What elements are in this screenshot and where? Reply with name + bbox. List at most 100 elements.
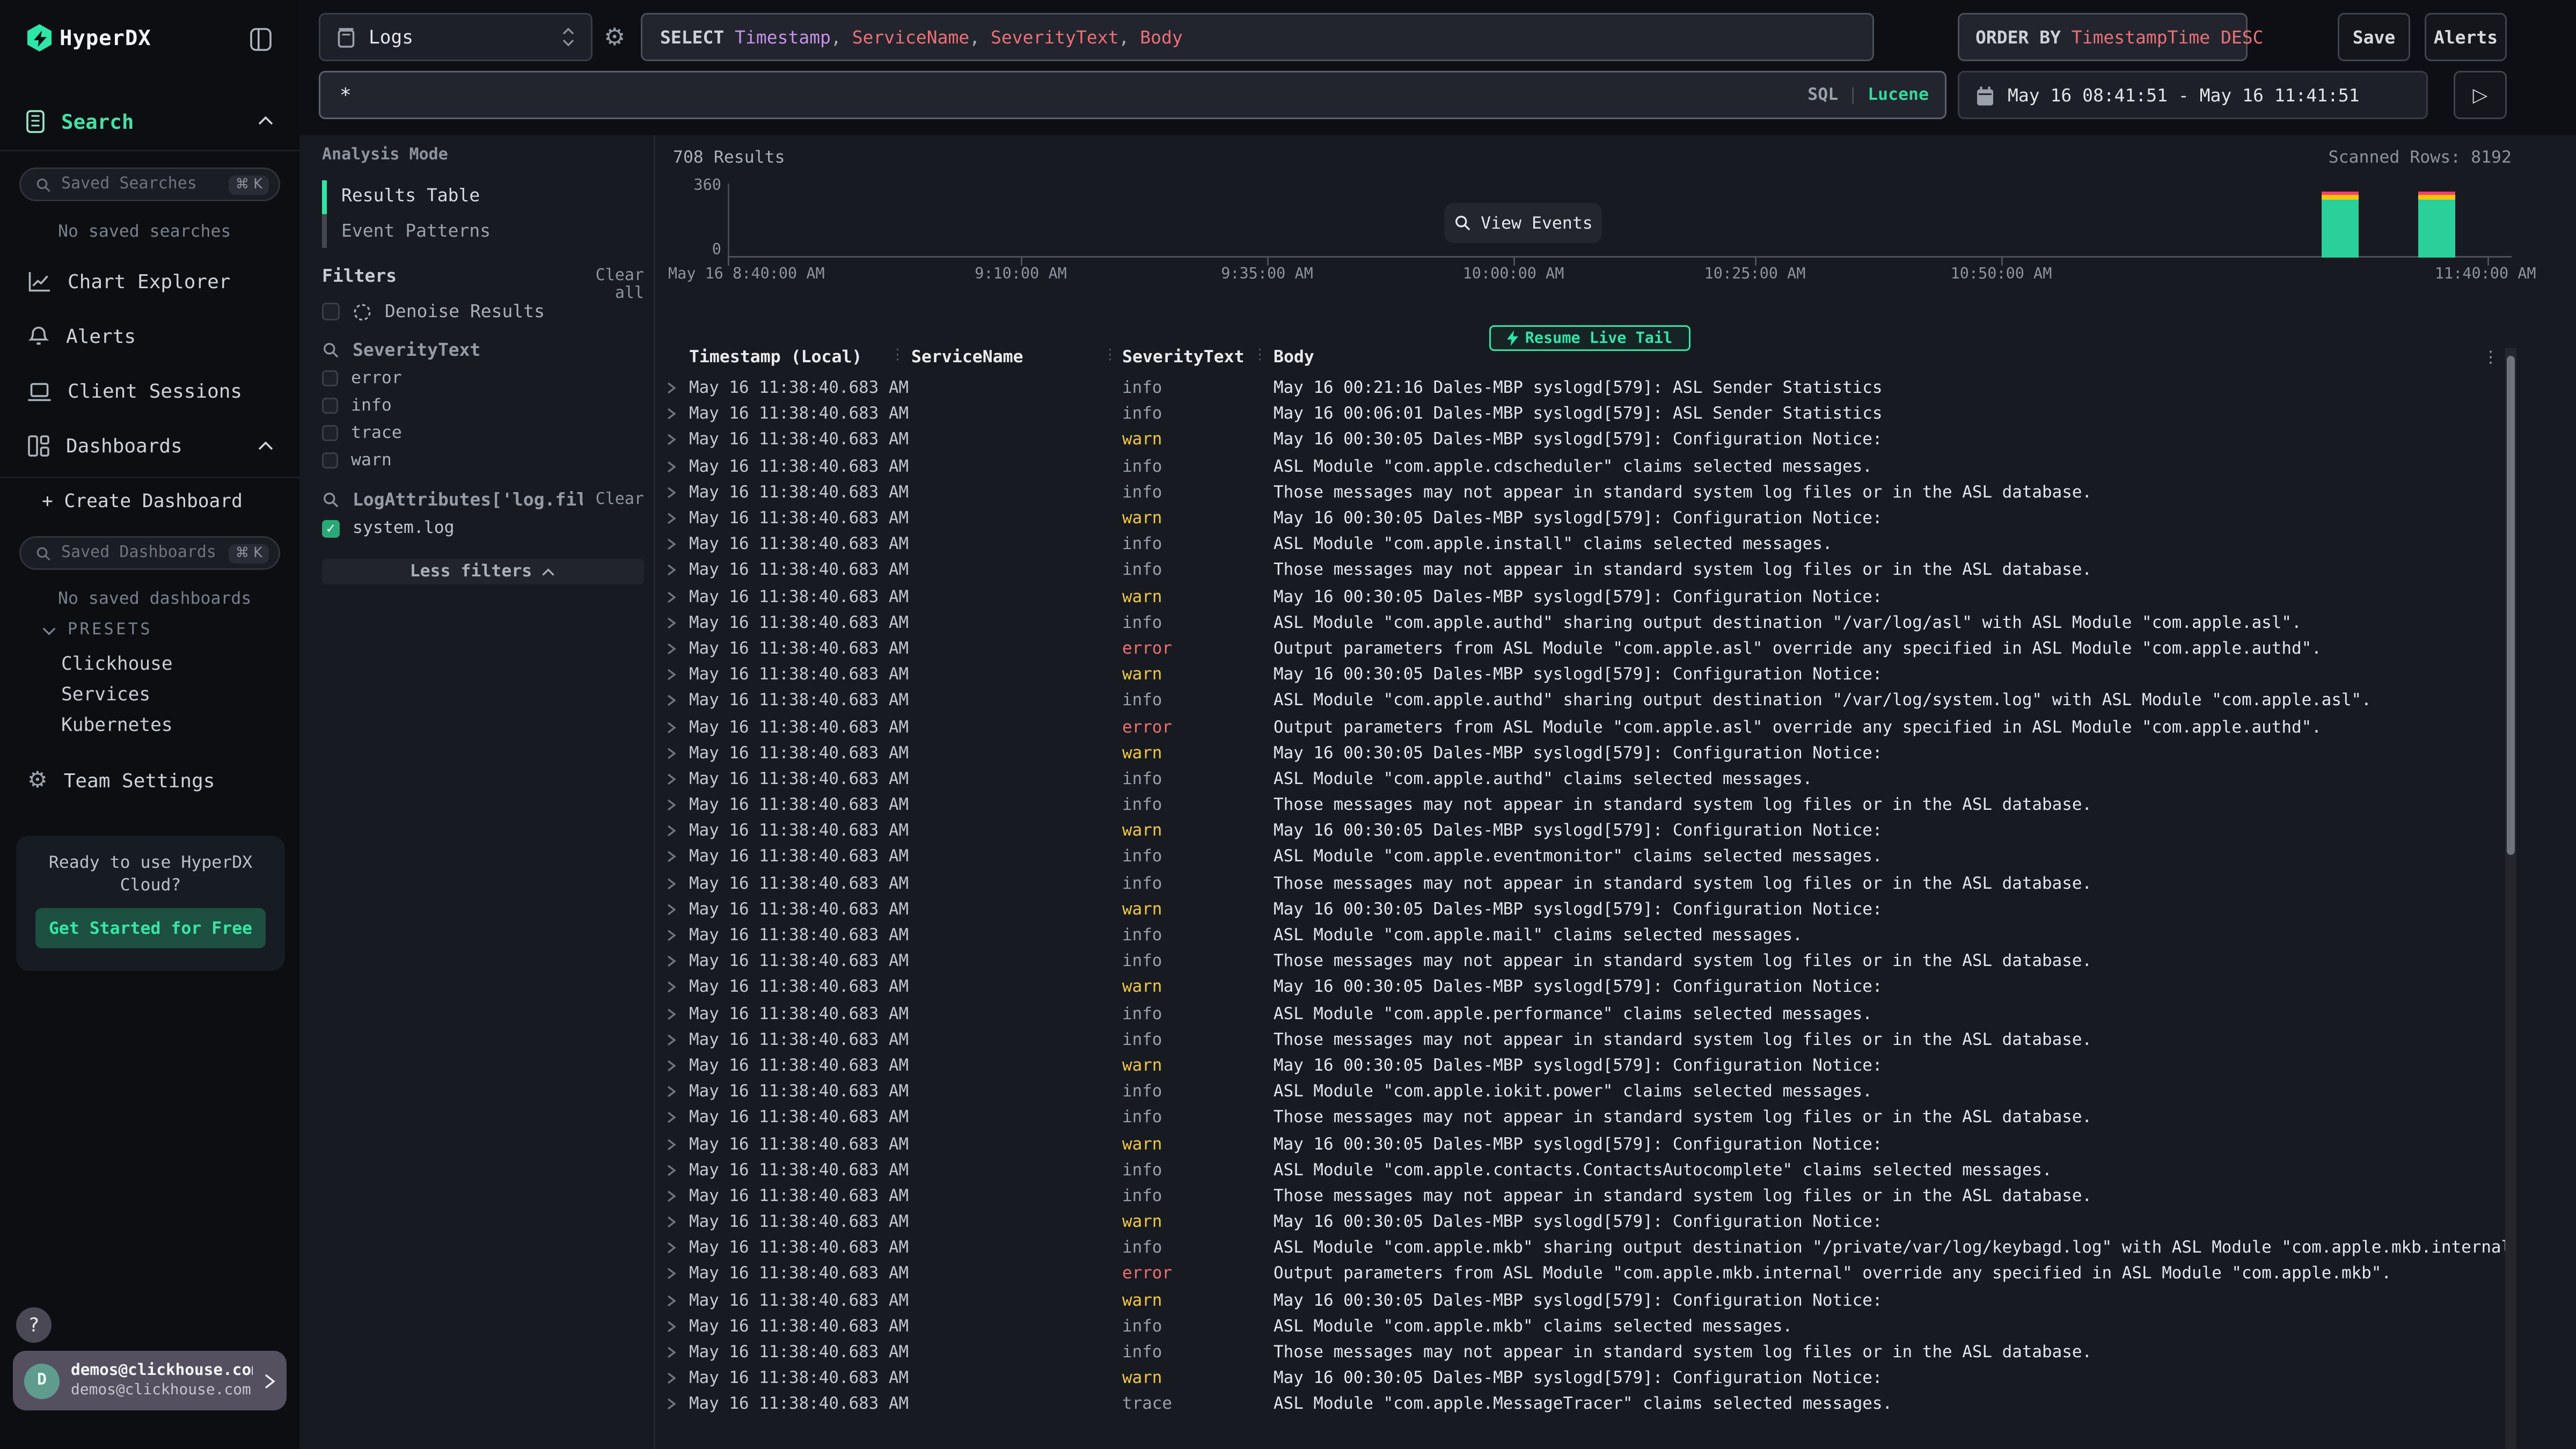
log-table-row[interactable]: May 16 11:38:40.683 AM info Those messag… <box>654 1340 2505 1366</box>
log-table-row[interactable]: May 16 11:38:40.683 AM info ASL Module "… <box>654 1079 2505 1105</box>
sidebar-item-team-settings[interactable]: ⚙ Team Settings <box>27 768 215 794</box>
log-table-row[interactable]: May 16 11:38:40.683 AM info ASL Module "… <box>654 844 2505 870</box>
column-resize-handle[interactable]: ⋮ <box>1103 348 1116 364</box>
column-header-body[interactable]: Body <box>1274 348 1314 367</box>
saved-dashboards-input[interactable]: Saved Dashboards ⌘ K <box>19 536 280 570</box>
sidebar-item-search[interactable]: Search <box>0 92 299 151</box>
column-resize-handle[interactable]: ⋮ <box>1253 348 1265 364</box>
filter-option-trace[interactable]: trace <box>322 423 402 443</box>
expand-chevron-icon[interactable] <box>665 1242 678 1255</box>
expand-chevron-icon[interactable] <box>665 1268 678 1280</box>
sidebar-item-chart-explorer[interactable]: Chart Explorer <box>0 258 299 306</box>
less-filters-button[interactable]: Less filters <box>322 559 644 584</box>
checkbox[interactable] <box>322 398 338 414</box>
log-table-row[interactable]: May 16 11:38:40.683 AM warn May 16 00:30… <box>654 818 2505 845</box>
expand-chevron-icon[interactable] <box>665 851 678 863</box>
log-table-row[interactable]: May 16 11:38:40.683 AM info Those messag… <box>654 792 2505 818</box>
select-query-input[interactable]: SELECT Timestamp, ServiceName, SeverityT… <box>641 13 1874 61</box>
log-table-row[interactable]: May 16 11:38:40.683 AM trace ASL Module … <box>654 1392 2505 1418</box>
checkbox-checked[interactable]: ✓ <box>322 519 340 537</box>
expand-chevron-icon[interactable] <box>665 668 678 681</box>
preset-kubernetes[interactable]: Kubernetes <box>61 713 173 736</box>
source-settings-gear-icon[interactable]: ⚙ <box>604 23 625 52</box>
expand-chevron-icon[interactable] <box>665 955 678 968</box>
log-table-row[interactable]: May 16 11:38:40.683 AM error Output para… <box>654 714 2505 740</box>
clear-filter-button[interactable]: Clear <box>596 491 644 509</box>
expand-chevron-icon[interactable] <box>665 1033 678 1046</box>
expand-chevron-icon[interactable] <box>665 1320 678 1333</box>
save-button[interactable]: Save <box>2338 13 2410 61</box>
expand-chevron-icon[interactable] <box>665 1190 678 1203</box>
sidebar-item-alerts[interactable]: Alerts <box>0 312 299 361</box>
expand-chevron-icon[interactable] <box>665 512 678 525</box>
column-header-timestamp[interactable]: Timestamp (Local) <box>689 348 862 367</box>
expand-chevron-icon[interactable] <box>665 825 678 838</box>
expand-chevron-icon[interactable] <box>665 1059 678 1072</box>
mode-results-table[interactable]: Results Table <box>341 185 480 206</box>
column-header-severitytext[interactable]: SeverityText <box>1122 348 1245 367</box>
expand-chevron-icon[interactable] <box>665 877 678 890</box>
view-events-button[interactable]: View Events <box>1444 203 1602 243</box>
filter-option-warn[interactable]: warn <box>322 451 392 470</box>
expand-chevron-icon[interactable] <box>665 747 678 759</box>
filter-option-system-log[interactable]: ✓ system.log <box>322 518 455 538</box>
log-table-row[interactable]: May 16 11:38:40.683 AM info ASL Module "… <box>654 1001 2505 1027</box>
expand-chevron-icon[interactable] <box>665 981 678 994</box>
log-table-row[interactable]: May 16 11:38:40.683 AM info ASL Module "… <box>654 1235 2505 1262</box>
expand-chevron-icon[interactable] <box>665 538 678 551</box>
log-table-row[interactable]: May 16 11:38:40.683 AM warn May 16 00:30… <box>654 896 2505 923</box>
checkbox[interactable] <box>322 425 338 441</box>
run-query-button[interactable]: ▷ <box>2454 71 2507 119</box>
log-table-row[interactable]: May 16 11:38:40.683 AM info ASL Module "… <box>654 610 2505 636</box>
expand-chevron-icon[interactable] <box>665 903 678 916</box>
sidebar-item-dashboards[interactable]: Dashboards <box>0 422 299 470</box>
expand-chevron-icon[interactable] <box>665 408 678 421</box>
log-table-row[interactable]: May 16 11:38:40.683 AM warn May 16 00:30… <box>654 1209 2505 1235</box>
table-menu-icon[interactable]: ⋮ <box>2483 349 2499 367</box>
expand-chevron-icon[interactable] <box>665 434 678 447</box>
expand-chevron-icon[interactable] <box>665 1138 678 1151</box>
scrollbar-thumb[interactable] <box>2507 356 2515 855</box>
expand-chevron-icon[interactable] <box>665 1346 678 1359</box>
histogram-bar[interactable] <box>2322 182 2359 258</box>
expand-chevron-icon[interactable] <box>665 773 678 786</box>
checkbox[interactable] <box>322 452 338 469</box>
log-table-row[interactable]: May 16 11:38:40.683 AM info ASL Module "… <box>654 453 2505 480</box>
clear-all-button[interactable]: Clear all <box>560 267 644 303</box>
log-table-row[interactable]: May 16 11:38:40.683 AM warn May 16 00:30… <box>654 1131 2505 1157</box>
log-table-row[interactable]: May 16 11:38:40.683 AM warn May 16 00:30… <box>654 740 2505 766</box>
log-table-row[interactable]: May 16 11:38:40.683 AM info ASL Module "… <box>654 766 2505 792</box>
log-table-row[interactable]: May 16 11:38:40.683 AM warn May 16 00:30… <box>654 1053 2505 1079</box>
presets-section-toggle[interactable]: PRESETS <box>42 621 152 639</box>
checkbox[interactable] <box>322 370 338 386</box>
log-table-row[interactable]: May 16 11:38:40.683 AM info ASL Module "… <box>654 688 2505 714</box>
denoise-checkbox[interactable] <box>322 303 340 320</box>
expand-chevron-icon[interactable] <box>665 1398 678 1411</box>
log-table-row[interactable]: May 16 11:38:40.683 AM info May 16 00:06… <box>654 401 2505 428</box>
create-dashboard-button[interactable]: + Create Dashboard <box>42 489 243 512</box>
expand-chevron-icon[interactable] <box>665 1372 678 1385</box>
expand-chevron-icon[interactable] <box>665 1216 678 1228</box>
expand-chevron-icon[interactable] <box>665 1294 678 1307</box>
log-table-row[interactable]: May 16 11:38:40.683 AM info ASL Module "… <box>654 923 2505 949</box>
get-started-button[interactable]: Get Started for Free <box>35 908 266 948</box>
log-table-row[interactable]: May 16 11:38:40.683 AM info May 16 00:21… <box>654 375 2505 401</box>
log-table-row[interactable]: May 16 11:38:40.683 AM info Those messag… <box>654 948 2505 975</box>
log-table-row[interactable]: May 16 11:38:40.683 AM info Those messag… <box>654 1105 2505 1131</box>
expand-chevron-icon[interactable] <box>665 1163 678 1176</box>
expand-chevron-icon[interactable] <box>665 929 678 942</box>
filter-option-info[interactable]: info <box>322 396 392 415</box>
expand-chevron-icon[interactable] <box>665 616 678 629</box>
expand-chevron-icon[interactable] <box>665 799 678 811</box>
log-table-row[interactable]: May 16 11:38:40.683 AM info Those messag… <box>654 1183 2505 1209</box>
expand-chevron-icon[interactable] <box>665 1007 678 1020</box>
expand-chevron-icon[interactable] <box>665 694 678 707</box>
expand-chevron-icon[interactable] <box>665 590 678 603</box>
denoise-filter-row[interactable]: Denoise Results <box>322 301 545 322</box>
log-table-row[interactable]: May 16 11:38:40.683 AM info Those messag… <box>654 870 2505 897</box>
alerts-button[interactable]: Alerts <box>2425 13 2507 61</box>
source-select[interactable]: Logs <box>319 13 592 61</box>
date-range-picker[interactable]: May 16 08:41:51 - May 16 11:41:51 <box>1958 71 2428 119</box>
expand-chevron-icon[interactable] <box>665 382 678 394</box>
sql-mode-toggle[interactable]: SQL <box>1807 85 1838 105</box>
